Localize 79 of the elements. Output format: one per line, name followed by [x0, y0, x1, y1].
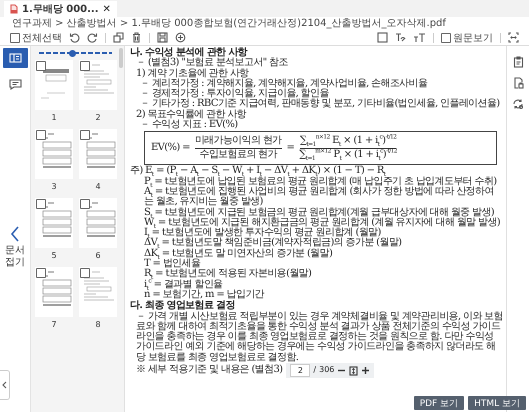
chevron-left-icon: [10, 226, 20, 242]
variable-definition: I$_{t}$ = t보험년도에 발생한 투자수익의 평균 원리합계 (월말): [143, 228, 381, 238]
fit-width-icon[interactable]: [508, 32, 519, 43]
checkbox[interactable]: [80, 199, 90, 209]
copy-icon[interactable]: [113, 32, 124, 43]
variable-definition: W$_{t}$ = t보험년도에 지급된 해지환급금의 평균 원리합계 (계월 유지자에 대해 월말 발생): [143, 218, 502, 228]
text-edit-icon[interactable]: [395, 32, 406, 43]
variable-definition: T = 법인세율: [143, 259, 200, 270]
fit-page-icon[interactable]: [349, 366, 358, 376]
checkbox[interactable]: [36, 130, 46, 140]
checkbox[interactable]: [441, 32, 451, 42]
variable-definition: R$_{t}$ = t보험년도에 적용된 자본비용(월말): [143, 269, 312, 280]
pdf-view-button[interactable]: PDF 보기: [414, 396, 464, 410]
variable-definition: S$_{t}$ = t보험년도에 지급된 보험금의 평균 원리합계(계월 급부대상자에 대해 월중 발생): [143, 208, 494, 218]
pdf-file-icon: [10, 4, 18, 14]
checkbox[interactable]: [80, 130, 90, 140]
variable-definition: A$_{t}$ = t보험년도에 집행된 사업비의 평균 원리합계 (회사가 정한 방법에 따라 산정하여는 월초, 유지비는 월중 발생): [143, 186, 495, 208]
page-separator: /: [313, 365, 316, 376]
checkbox[interactable]: [80, 268, 90, 278]
tab-label: 1.무배당 000...: [22, 3, 99, 16]
trash-icon[interactable]: [131, 32, 142, 43]
thumbnails-tab[interactable]: [2, 48, 28, 68]
page-total: 306: [319, 365, 334, 376]
save-icon[interactable]: [157, 32, 168, 43]
bullet-item: － 수익성 지표 : EV(%): [139, 120, 239, 130]
page-number: 3: [51, 182, 57, 191]
selection-box-icon[interactable]: [377, 32, 388, 43]
zoom-in-icon[interactable]: [361, 366, 370, 376]
fraction: 미래가능이익의 현가 수입보험료의 현가: [194, 135, 282, 162]
section-heading: 다. 최종 영업보험료 결정: [130, 301, 236, 312]
sync-settings-icon[interactable]: [512, 98, 524, 110]
slider-thumb[interactable]: [68, 50, 76, 57]
section-heading: 나. 수익성 분석에 관한 사항: [130, 48, 248, 58]
formula-text: =: [286, 143, 294, 154]
variable-definition: n = 보험기간, m = 납입기간: [143, 290, 266, 300]
edge-toggle[interactable]: [0, 370, 10, 400]
page-number: 8: [95, 320, 101, 329]
page-number: 4: [95, 182, 101, 191]
subsection-heading: 1) 계약 기초율에 관한 사항: [135, 68, 249, 79]
fraction: ∑$_{t=1}$$^{n×12}$ E$_{t}$ × (1 + i$_{t}$$^{c}$)$^{-t/12}$ ∑$_{t=1}$$^{m×12}$ P$_{t}$ × (1 + i$_{t}$$^{c}$)$^{-t/12}$: [299, 135, 397, 162]
paragraph: － 가격 개별 시산보험료 적립부분이 있는 경우 계약체결비율 및 계약관리비용, 이와 보험료와 함께 대하여 최적기초율을 통한 수익성 분석 결과가 상품 전체기준의 수익성 가이드라인을 충족하는 경우 이를 최종 영업보험료로 결정하는 것을 원칙으로 함. 다만 수익성 가이드라인 예외 기준에 해당하는 경우에는 수익성 가이드라인을 충족하지 않더라도 해당 보험료를 최종 영업보험료로 결정함.: [135, 312, 503, 364]
thumbnails-icon: [8, 53, 22, 63]
variable-definition: ΔV$_{t}$ = t보험년도말 책임준비금(계약자적립금)의 증가분 (월말): [143, 238, 402, 249]
checkbox[interactable]: [80, 61, 90, 71]
bullet-item: － 기타가정 : RBC기준 지급여력, 판매동향 및 분포, 기타비율(법인세율, 인플레이션율): [139, 99, 501, 110]
page-number: 2: [95, 113, 101, 122]
comment-icon: [8, 78, 22, 90]
variable-definition: P$_{t}$ = t보험년도에 납입된 보험료의 평균 원리합계 (매 납입주기 초 납입계도부터 수취): [143, 176, 498, 187]
document-tab[interactable]: 1.무배당 000... ✕: [4, 1, 117, 17]
chevron-left-icon: [2, 381, 7, 389]
subsection-heading: 2) 목표수익률에 관한 사항: [135, 110, 248, 120]
formula-text: EV(%) =: [151, 143, 190, 154]
collapse-panel-button[interactable]: 문서 접기: [4, 226, 26, 268]
page-number-field[interactable]: 2: [290, 364, 310, 378]
original-view-checkbox[interactable]: 원문보기: [441, 30, 493, 44]
checkbox[interactable]: [36, 61, 46, 71]
html-view-button[interactable]: HTML 보기: [468, 396, 526, 410]
close-button[interactable]: ✕: [102, 4, 111, 14]
clipboard-icon[interactable]: [512, 56, 524, 68]
text-size-icon[interactable]: [413, 32, 426, 43]
checkbox[interactable]: [10, 32, 20, 42]
rotate-right-icon[interactable]: [87, 32, 98, 43]
bullet-item: － 경제적가정 : 투자이익율, 지급이율, 할인율: [139, 89, 329, 100]
variable-definition: ΔK$_{t}$ = t보험년도 말 미연자산의 증가분 (월말): [143, 248, 334, 260]
formula-note: 주) E$_{t}$ = (P$_{t}$ − A$_{t}$ − S$_{t}$ − W$_{t}$ + I$_{t}$ − ΔV$_{t}$ + ΔK$_{t}$) × (1 − T) − R$_{t}$: [130, 166, 386, 177]
bullet-item: － 계리적가정 : 계약해지율, 계약해지율, 계약사업비율, 손해조사비율: [139, 78, 428, 89]
select-all-checkbox[interactable]: 전체선택: [10, 30, 62, 44]
page-number: 1: [51, 113, 57, 122]
variable-definition: i$_{t}$$^{c}$ = 결과별 할인율: [143, 280, 222, 290]
remark-line: ※ 세부 적용기준 및 내용은 (별첨3): [135, 365, 282, 376]
reference-line: － (별첨3) "보험료 분석보고서" 참조: [135, 58, 289, 68]
checkbox[interactable]: [36, 268, 46, 278]
page-number: 6: [95, 251, 101, 260]
lock-file-icon[interactable]: [512, 77, 524, 89]
page-number: 5: [51, 251, 57, 260]
checkbox[interactable]: [36, 199, 46, 209]
rotate-left-icon[interactable]: [69, 32, 80, 43]
breadcrumb: 연구과제 > 산출방법서 > 1.무배당 000종합보험(연간거래산정)2104_산출방법서_오자삭제.pdf: [12, 18, 446, 29]
page-number: 7: [51, 320, 57, 329]
